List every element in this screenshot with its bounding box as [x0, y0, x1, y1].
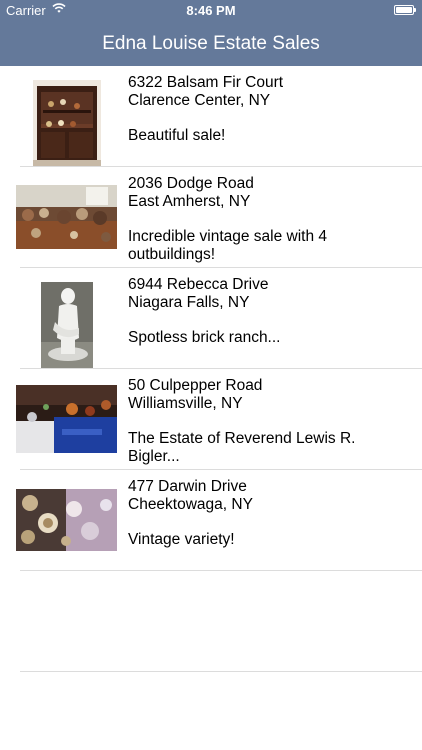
- street-address: 50 Culpepper Road: [128, 377, 263, 394]
- sale-row[interactable]: 477 Darwin Drive Cheektowaga, NY Vintage…: [0, 470, 422, 571]
- table-photo: [16, 383, 117, 455]
- city-state: Williamsville, NY: [128, 395, 243, 412]
- sale-row[interactable]: 6944 Rebecca Drive Niagara Falls, NY Spo…: [0, 268, 422, 369]
- street-address: 477 Darwin Drive: [128, 478, 247, 495]
- dishes-photo: [16, 484, 117, 556]
- sales-list: 6322 Balsam Fir Court Clarence Center, N…: [0, 66, 422, 672]
- navigation-bar: Edna Louise Estate Sales: [0, 22, 422, 66]
- sale-description: Beautiful sale!: [128, 127, 226, 144]
- empty-row: [0, 571, 422, 672]
- sale-row[interactable]: 50 Culpepper Road Williamsville, NY The …: [0, 369, 422, 470]
- sale-description: The Estate of Reverend Lewis R. Bigler..…: [128, 430, 356, 465]
- sale-row[interactable]: 2036 Dodge Road East Amherst, NY Incredi…: [0, 167, 422, 268]
- sale-details: 6322 Balsam Fir Court Clarence Center, N…: [128, 74, 410, 145]
- street-address: 6944 Rebecca Drive: [128, 276, 269, 293]
- sale-description: Vintage variety!: [128, 531, 235, 548]
- sale-details: 477 Darwin Drive Cheektowaga, NY Vintage…: [128, 478, 410, 549]
- sale-details: 50 Culpepper Road Williamsville, NY The …: [128, 377, 410, 466]
- city-state: Clarence Center, NY: [128, 92, 271, 109]
- room-photo: [16, 181, 117, 253]
- status-bar: Carrier 8:46 PM: [0, 0, 422, 22]
- battery-icon: [394, 5, 416, 15]
- hutch-photo: [16, 80, 117, 166]
- page-title: Edna Louise Estate Sales: [102, 33, 320, 54]
- sale-details: 2036 Dodge Road East Amherst, NY Incredi…: [128, 175, 410, 264]
- statue-photo: [16, 282, 117, 368]
- street-address: 6322 Balsam Fir Court: [128, 74, 284, 91]
- sale-description: Spotless brick ranch...: [128, 329, 281, 346]
- clock-time: 8:46 PM: [186, 3, 236, 18]
- row-separator: [20, 671, 422, 672]
- city-state: East Amherst, NY: [128, 193, 251, 210]
- city-state: Cheektowaga, NY: [128, 496, 253, 513]
- street-address: 2036 Dodge Road: [128, 175, 254, 192]
- sale-details: 6944 Rebecca Drive Niagara Falls, NY Spo…: [128, 276, 410, 347]
- sale-row[interactable]: 6322 Balsam Fir Court Clarence Center, N…: [0, 66, 422, 167]
- sale-description: Incredible vintage sale with 4 outbuildi…: [128, 228, 328, 263]
- city-state: Niagara Falls, NY: [128, 294, 250, 311]
